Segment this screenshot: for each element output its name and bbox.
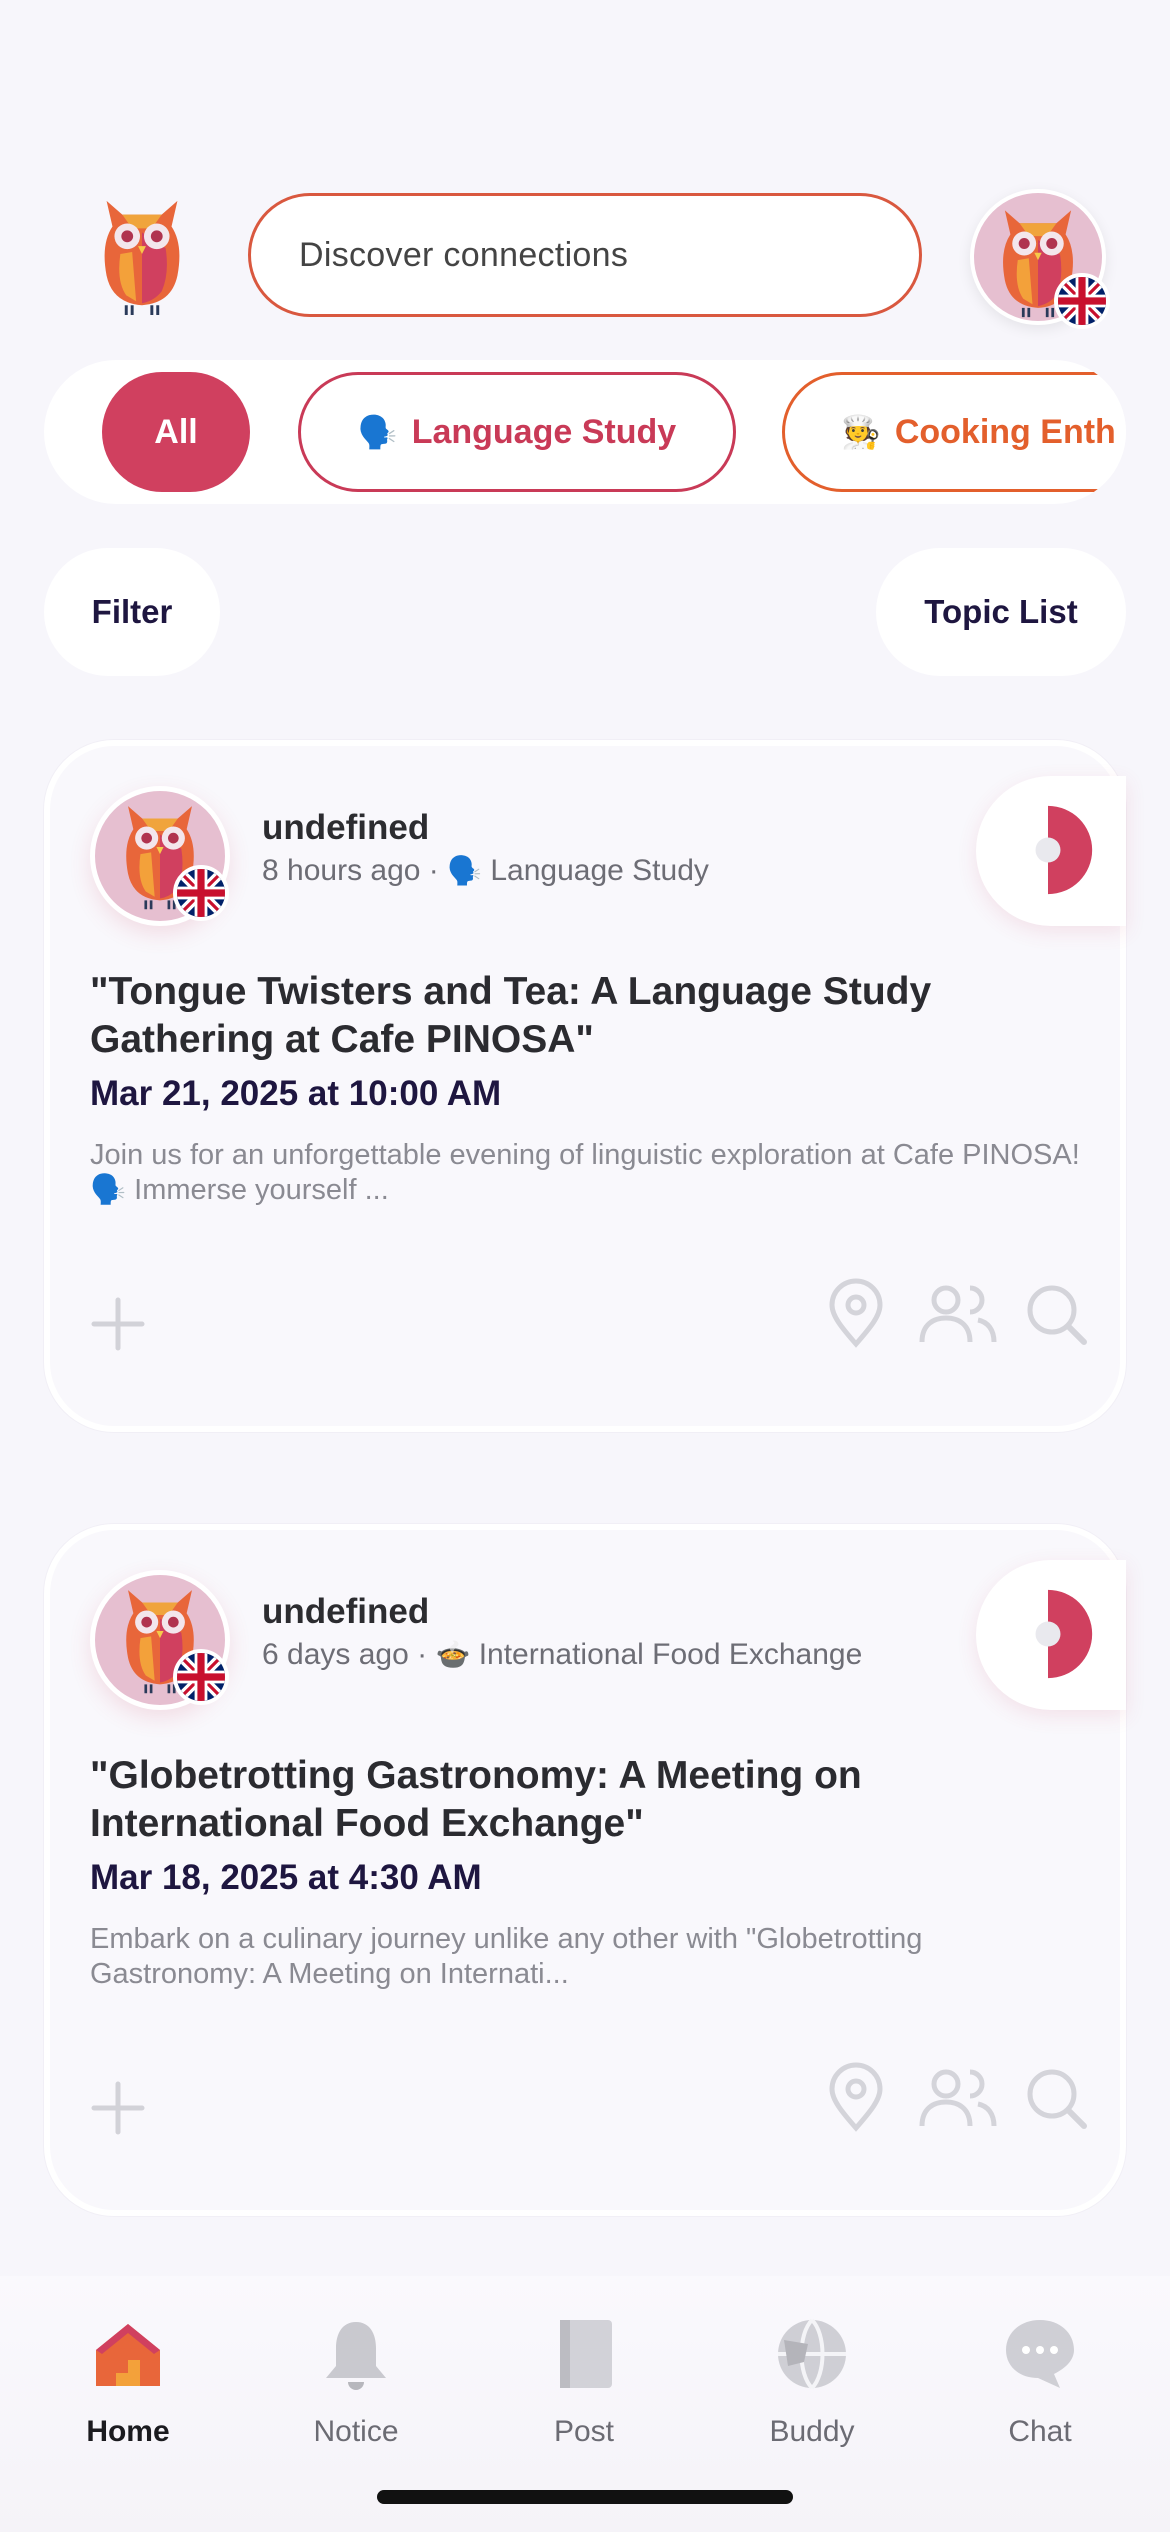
speaking-head-icon: 🗣️ bbox=[357, 414, 398, 450]
notebook-icon bbox=[560, 2320, 612, 2388]
category-chips: All 🗣️ Language Study 🧑‍🍳 Cooking Enth bbox=[44, 360, 1126, 504]
uk-flag-icon bbox=[1054, 273, 1110, 329]
post-title[interactable]: "Tongue Twisters and Tea: A Language Stu… bbox=[90, 968, 1070, 1064]
uk-flag-icon bbox=[173, 865, 229, 921]
author-name[interactable]: undefined bbox=[262, 1592, 429, 1632]
top-header: Discover connections bbox=[0, 185, 1170, 329]
people-icon[interactable] bbox=[916, 2062, 1000, 2134]
filter-button[interactable]: Filter bbox=[44, 548, 220, 676]
app-logo-owl[interactable] bbox=[92, 193, 192, 317]
people-icon[interactable] bbox=[916, 1278, 1000, 1350]
post-meta: 8 hours ago · 🗣️ Language Study bbox=[262, 854, 709, 887]
search-input[interactable]: Discover connections bbox=[248, 193, 922, 317]
chat-bubble-icon bbox=[1006, 2320, 1074, 2388]
post-card[interactable]: undefined 8 hours ago · 🗣️ Language Stud… bbox=[44, 740, 1126, 1432]
globe-icon bbox=[778, 2318, 846, 2390]
food-bowl-icon: 🍲 bbox=[435, 1639, 471, 1670]
post-title[interactable]: "Globetrotting Gastronomy: A Meeting on … bbox=[90, 1752, 1070, 1848]
search-icon[interactable] bbox=[1020, 1278, 1092, 1350]
uk-flag-icon bbox=[173, 1649, 229, 1705]
bell-icon bbox=[326, 2322, 386, 2390]
chip-cooking[interactable]: 🧑‍🍳 Cooking Enth bbox=[782, 372, 1126, 492]
topic-label: International Food Exchange bbox=[478, 1638, 863, 1671]
tab-chat[interactable]: Chat bbox=[940, 2316, 1140, 2449]
speaking-head-icon: 🗣️ bbox=[447, 855, 483, 886]
profile-avatar[interactable] bbox=[970, 189, 1110, 329]
half-circle-icon bbox=[1003, 805, 1093, 895]
author-name[interactable]: undefined bbox=[262, 808, 429, 848]
plus-icon[interactable] bbox=[88, 2078, 148, 2138]
half-circle-icon bbox=[1003, 1589, 1093, 1679]
post-card[interactable]: undefined 6 days ago · 🍲 International F… bbox=[44, 1524, 1126, 2216]
post-date: Mar 21, 2025 at 10:00 AM bbox=[90, 1074, 502, 1113]
location-pin-icon[interactable] bbox=[820, 1278, 892, 1350]
time-ago: 8 hours ago bbox=[262, 854, 421, 887]
home-icon bbox=[96, 2324, 160, 2386]
tab-buddy[interactable]: Buddy bbox=[712, 2316, 912, 2449]
join-toggle-button[interactable] bbox=[976, 776, 1126, 926]
search-icon[interactable] bbox=[1020, 2062, 1092, 2134]
time-ago: 6 days ago bbox=[262, 1638, 409, 1671]
post-meta: 6 days ago · 🍲 International Food Exchan… bbox=[262, 1638, 863, 1671]
chip-language-study[interactable]: 🗣️ Language Study bbox=[298, 372, 736, 492]
join-toggle-button[interactable] bbox=[976, 1560, 1126, 1710]
chip-all[interactable]: All bbox=[102, 372, 250, 492]
location-pin-icon[interactable] bbox=[820, 2062, 892, 2134]
cook-icon: 🧑‍🍳 bbox=[841, 414, 881, 450]
topic-label: Language Study bbox=[490, 854, 709, 887]
post-description: Join us for an unforgettable evening of … bbox=[90, 1139, 1080, 1206]
topic-list-button[interactable]: Topic List bbox=[876, 548, 1126, 676]
post-description: Embark on a culinary journey unlike any … bbox=[90, 1923, 923, 1990]
plus-icon[interactable] bbox=[88, 1294, 148, 1354]
tab-notice[interactable]: Notice bbox=[256, 2316, 456, 2449]
search-placeholder: Discover connections bbox=[299, 235, 629, 274]
tab-home[interactable]: Home bbox=[28, 2316, 228, 2449]
author-avatar[interactable] bbox=[90, 786, 230, 926]
author-avatar[interactable] bbox=[90, 1570, 230, 1710]
tab-post[interactable]: Post bbox=[484, 2316, 684, 2449]
post-date: Mar 18, 2025 at 4:30 AM bbox=[90, 1858, 482, 1897]
home-indicator[interactable] bbox=[377, 2490, 793, 2504]
